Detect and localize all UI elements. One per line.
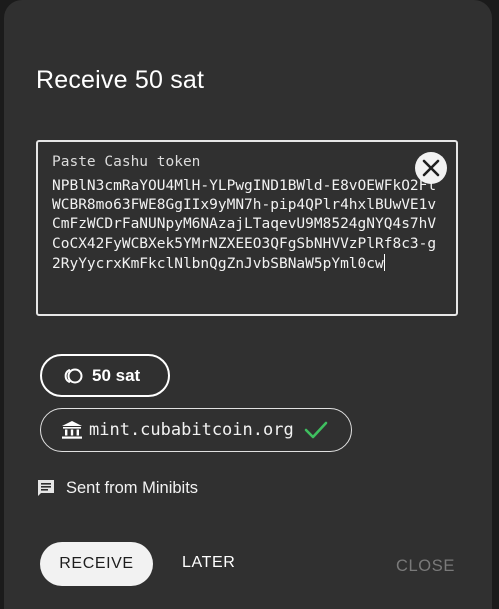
- amount-badge[interactable]: 50 sat: [40, 354, 170, 397]
- token-input-label: Paste Cashu token: [52, 154, 201, 170]
- close-icon: [422, 159, 440, 177]
- coins-icon: [64, 368, 83, 383]
- text-caret: [383, 253, 386, 271]
- receive-button[interactable]: RECEIVE: [40, 542, 153, 586]
- close-button[interactable]: CLOSE: [396, 557, 455, 576]
- mint-badge[interactable]: mint.cubabitcoin.org: [40, 408, 352, 452]
- dialog-title: Receive 50 sat: [36, 66, 205, 94]
- memo-row: Sent from Minibits: [36, 478, 198, 498]
- token-value-text: NPBlN3cmRaYOU4MlH-YLPwgIND1BWld-E8vOEWFk…: [52, 178, 437, 272]
- clear-token-button[interactable]: [415, 152, 447, 184]
- comment-icon: [38, 480, 54, 496]
- memo-text: Sent from Minibits: [66, 478, 199, 497]
- mint-url: mint.cubabitcoin.org: [89, 420, 294, 440]
- verified-check-icon: [304, 421, 328, 439]
- amount-label: 50 sat: [92, 365, 141, 385]
- bank-icon: [62, 421, 82, 439]
- receive-dialog: Receive 50 sat Paste Cashu token NPBlN3c…: [4, 0, 492, 609]
- token-input-value[interactable]: NPBlN3cmRaYOU4MlH-YLPwgIND1BWld-E8vOEWFk…: [52, 177, 444, 274]
- token-input[interactable]: Paste Cashu token NPBlN3cmRaYOU4MlH-YLPw…: [36, 140, 458, 316]
- later-button[interactable]: LATER: [182, 554, 235, 572]
